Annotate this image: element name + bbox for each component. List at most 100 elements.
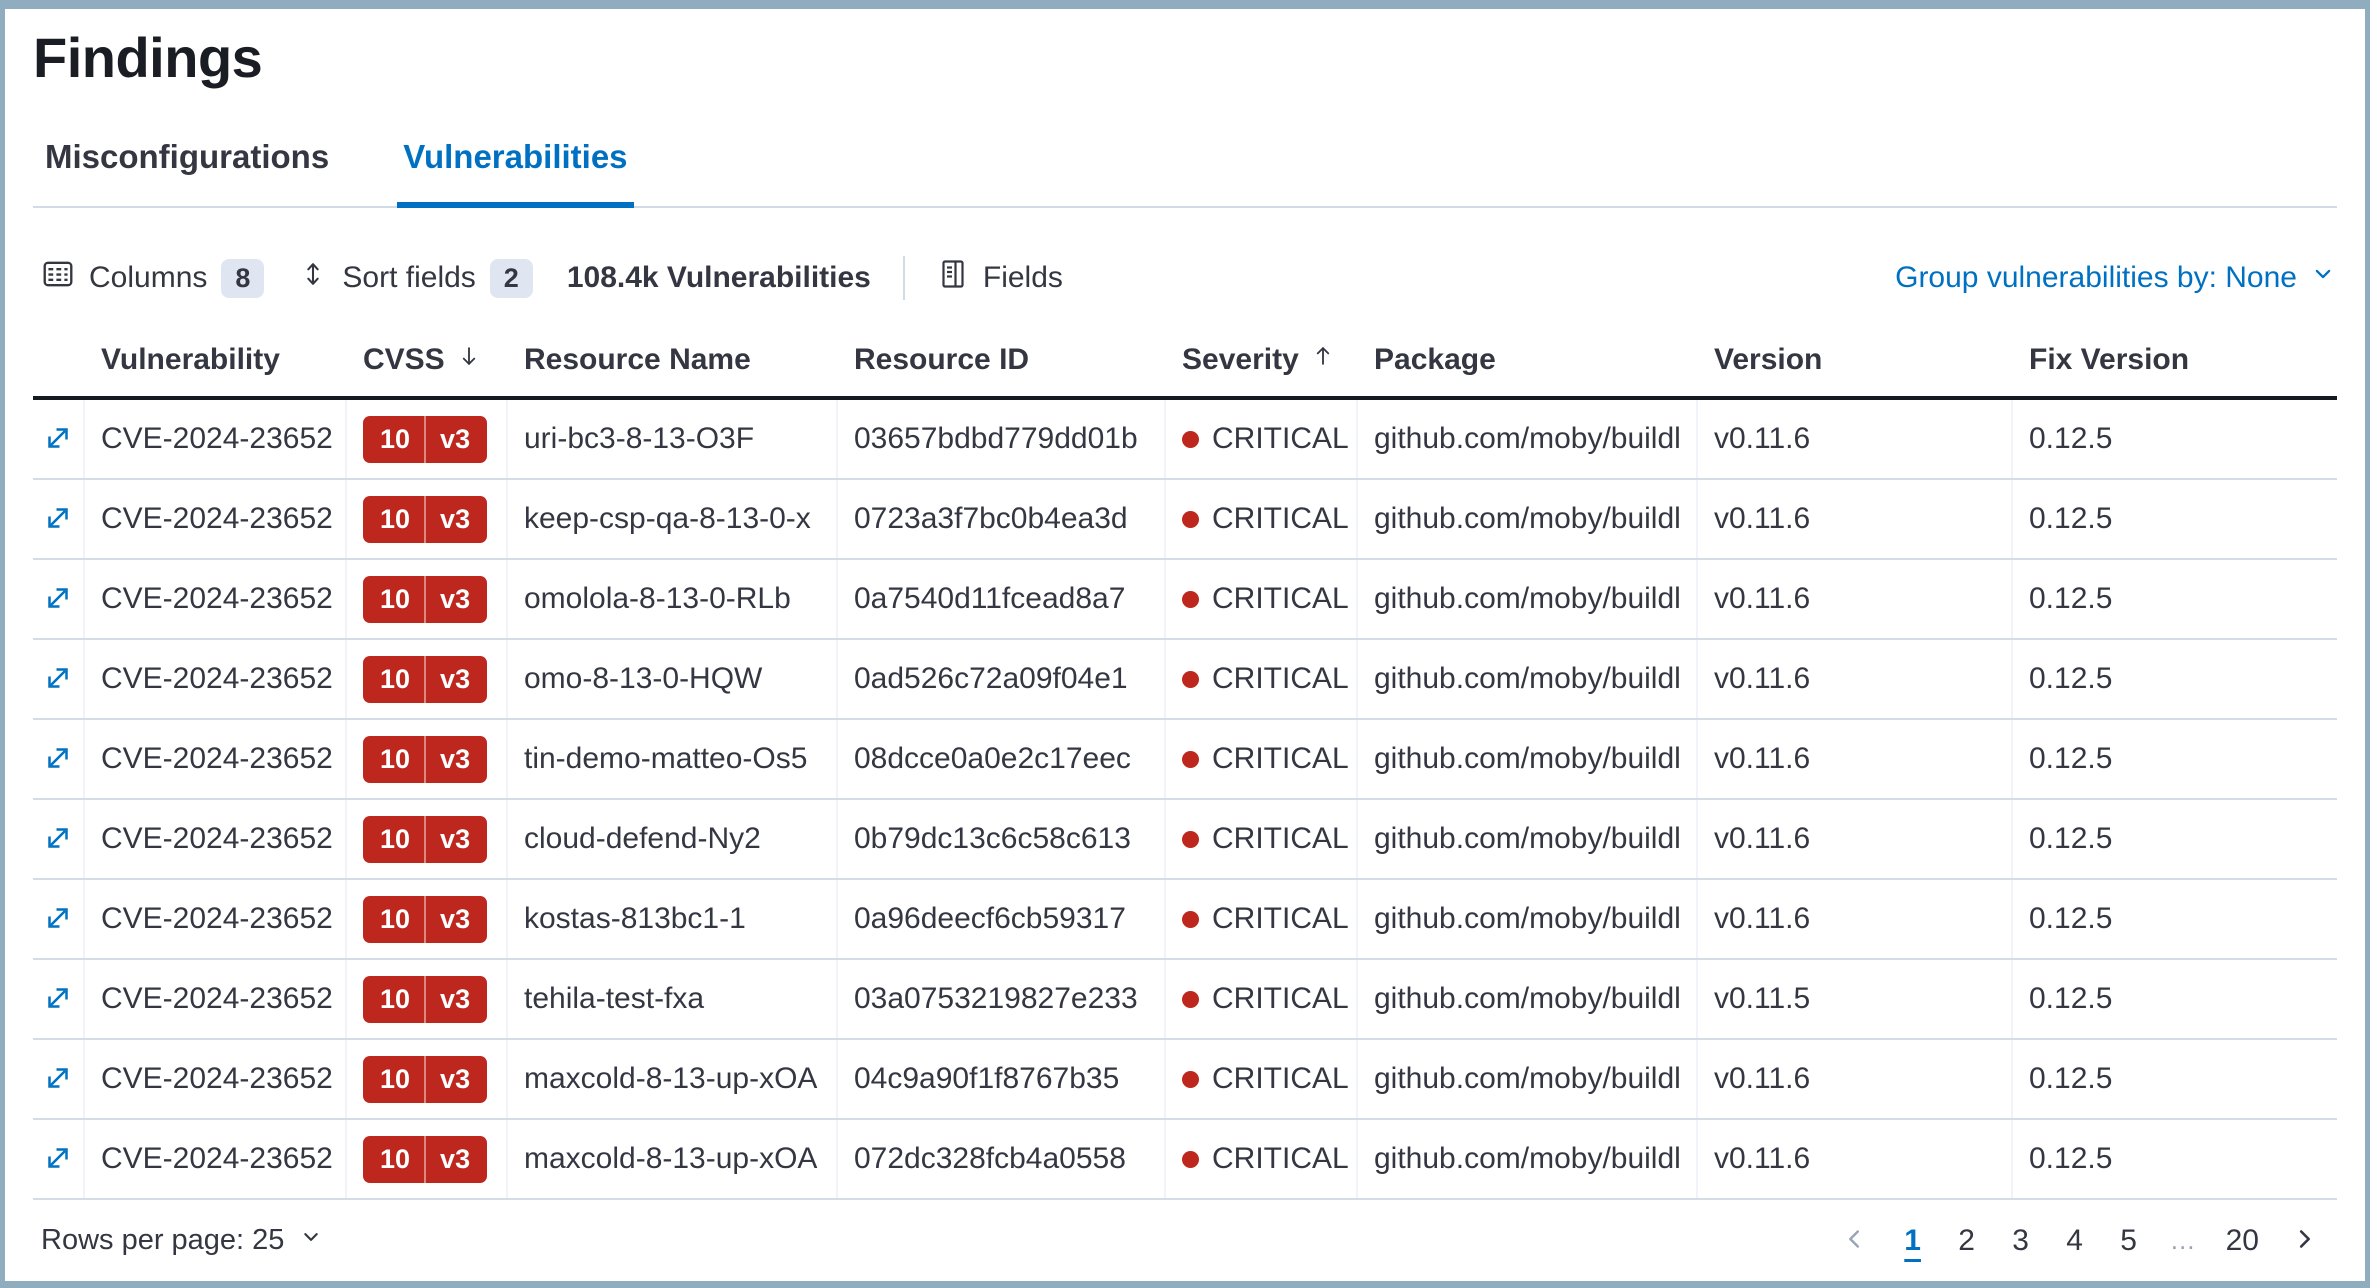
cvss-version: v3 — [424, 576, 487, 623]
chevron-down-icon — [298, 1224, 324, 1258]
previous-page-button[interactable] — [1830, 1224, 1880, 1257]
severity-cell: CRITICAL — [1166, 880, 1358, 958]
version-cell: v0.11.6 — [1698, 480, 2013, 558]
pagination: 12345…20 — [1830, 1220, 2329, 1262]
pagination-page-1[interactable]: 1 — [1892, 1220, 1934, 1262]
column-header-severity[interactable]: Severity — [1166, 330, 1358, 396]
tab-misconfigurations[interactable]: Misconfigurations — [39, 138, 335, 208]
column-header-fix-version[interactable]: Fix Version — [2013, 330, 2337, 396]
pagination-page-2[interactable]: 2 — [1946, 1220, 1988, 1262]
red-dot-icon — [1182, 991, 1199, 1008]
expand-finding-button[interactable] — [38, 499, 78, 539]
cvss-cell: 10 v3 — [347, 640, 508, 718]
red-dot-icon — [1182, 431, 1199, 448]
version-cell: v0.11.6 — [1698, 1120, 2013, 1198]
fix-version-cell: 0.12.5 — [2013, 1040, 2337, 1118]
resource-name-cell: keep-csp-qa-8-13-0-x — [508, 480, 838, 558]
resource-id-cell: 03a0753219827e233 — [838, 960, 1166, 1038]
fields-button[interactable]: Fields — [937, 256, 1063, 300]
expand-finding-button[interactable] — [38, 899, 78, 939]
resource-id-cell: 0a7540d11fcead8a7 — [838, 560, 1166, 638]
red-dot-icon — [1182, 831, 1199, 848]
cvss-score: 10 — [363, 896, 424, 943]
expand-finding-button[interactable] — [38, 579, 78, 619]
sort-fields-button-label: Sort fields — [342, 261, 475, 295]
expand-finding-button[interactable] — [38, 419, 78, 459]
toolbar-divider — [903, 256, 905, 300]
cvss-score: 10 — [363, 576, 424, 623]
cvss-score-badge: 10 v3 — [363, 496, 487, 543]
table-row: CVE-2024-23652 10 v3 maxcold-8-13-up-xOA… — [33, 1120, 2337, 1200]
severity-cell: CRITICAL — [1166, 960, 1358, 1038]
pagination-page-4[interactable]: 4 — [2054, 1220, 2096, 1262]
column-header-cvss[interactable]: CVSS — [347, 330, 508, 396]
package-cell: github.com/moby/buildl — [1358, 800, 1698, 878]
resource-name-cell: omolola-8-13-0-RLb — [508, 560, 838, 638]
tab-bar: Misconfigurations Vulnerabilities — [33, 138, 2337, 208]
rows-per-page-dropdown[interactable]: Rows per page: 25 — [41, 1224, 324, 1258]
expand-diagonal-arrow-icon — [42, 662, 74, 697]
expand-diagonal-arrow-icon — [42, 502, 74, 537]
cvss-cell: 10 v3 — [347, 720, 508, 798]
pagination-page-20[interactable]: 20 — [2218, 1220, 2267, 1262]
expand-finding-button[interactable] — [38, 1139, 78, 1179]
next-page-button[interactable] — [2279, 1224, 2329, 1257]
pagination-page-3[interactable]: 3 — [2000, 1220, 2042, 1262]
expand-finding-button[interactable] — [38, 739, 78, 779]
column-header-vulnerability[interactable]: Vulnerability — [85, 330, 347, 396]
severity-label: CRITICAL — [1212, 582, 1349, 616]
sort-fields-button[interactable]: Sort fields 2 — [298, 257, 532, 299]
resource-id-cell: 08dcce0a0e2c17eec — [838, 720, 1166, 798]
severity-cell: CRITICAL — [1166, 720, 1358, 798]
package-cell: github.com/moby/buildl — [1358, 1120, 1698, 1198]
cvss-score: 10 — [363, 1056, 424, 1103]
grid-header-row: VulnerabilityCVSSResource NameResource I… — [33, 330, 2337, 400]
fix-version-cell: 0.12.5 — [2013, 560, 2337, 638]
severity-label: CRITICAL — [1212, 1062, 1349, 1096]
expand-diagonal-arrow-icon — [42, 742, 74, 777]
grid-footer: Rows per page: 25 12345…20 — [33, 1200, 2337, 1281]
vulnerability-cell: CVE-2024-23652 — [85, 400, 347, 478]
column-header-version[interactable]: Version — [1698, 330, 2013, 396]
severity-label: CRITICAL — [1212, 742, 1349, 776]
vulnerability-cell: CVE-2024-23652 — [85, 1040, 347, 1118]
red-dot-icon — [1182, 911, 1199, 928]
sort-fields-count-badge: 2 — [490, 259, 533, 298]
expand-finding-button[interactable] — [38, 659, 78, 699]
red-dot-icon — [1182, 751, 1199, 768]
table-row: CVE-2024-23652 10 v3 maxcold-8-13-up-xOA… — [33, 1040, 2337, 1120]
version-cell: v0.11.6 — [1698, 800, 2013, 878]
resource-name-cell: tehila-test-fxa — [508, 960, 838, 1038]
column-header-resource-id[interactable]: Resource ID — [838, 330, 1166, 396]
resource-id-cell: 0ad526c72a09f04e1 — [838, 640, 1166, 718]
group-vulnerabilities-by-dropdown[interactable]: Group vulnerabilities by: None — [1895, 260, 2337, 296]
vulnerability-cell: CVE-2024-23652 — [85, 560, 347, 638]
columns-button[interactable]: Columns 8 — [41, 257, 264, 299]
cvss-score-badge: 10 v3 — [363, 656, 487, 703]
vulnerability-cell: CVE-2024-23652 — [85, 960, 347, 1038]
severity-label: CRITICAL — [1212, 902, 1349, 936]
page-number-list: 12345…20 — [1892, 1220, 2267, 1262]
severity-cell: CRITICAL — [1166, 1040, 1358, 1118]
expand-diagonal-arrow-icon — [42, 982, 74, 1017]
table-row: CVE-2024-23652 10 v3 omo-8-13-0-HQW 0ad5… — [33, 640, 2337, 720]
severity-label: CRITICAL — [1212, 422, 1349, 456]
expand-finding-button[interactable] — [38, 979, 78, 1019]
expand-finding-button[interactable] — [38, 1059, 78, 1099]
resource-id-cell: 0b79dc13c6c58c613 — [838, 800, 1166, 878]
expand-diagonal-arrow-icon — [42, 582, 74, 617]
column-header-resource-name[interactable]: Resource Name — [508, 330, 838, 396]
expand-finding-button[interactable] — [38, 819, 78, 859]
severity-cell: CRITICAL — [1166, 560, 1358, 638]
package-cell: github.com/moby/buildl — [1358, 640, 1698, 718]
group-by-label: Group vulnerabilities by: None — [1895, 261, 2297, 295]
resource-name-cell: uri-bc3-8-13-O3F — [508, 400, 838, 478]
version-cell: v0.11.6 — [1698, 560, 2013, 638]
fix-version-cell: 0.12.5 — [2013, 400, 2337, 478]
cvss-score-badge: 10 v3 — [363, 576, 487, 623]
tab-vulnerabilities[interactable]: Vulnerabilities — [397, 138, 633, 208]
pagination-page-5[interactable]: 5 — [2108, 1220, 2150, 1262]
fix-version-cell: 0.12.5 — [2013, 480, 2337, 558]
column-header-package[interactable]: Package — [1358, 330, 1698, 396]
cvss-cell: 10 v3 — [347, 1040, 508, 1118]
